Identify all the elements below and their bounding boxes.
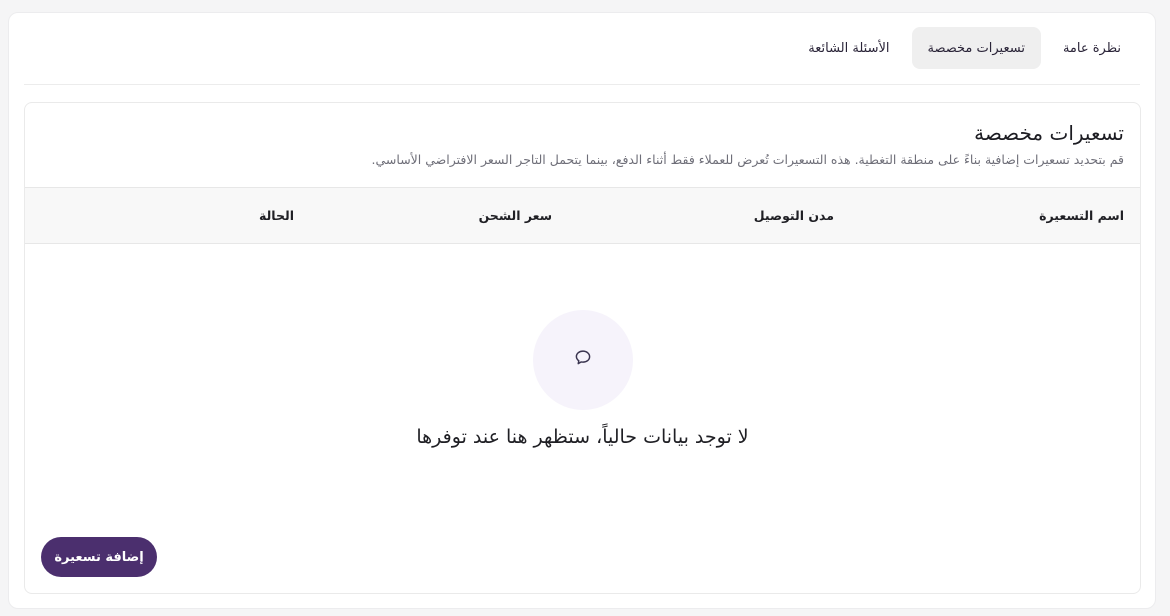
section-description: قم بتحديد تسعيرات إضافية بناءً على منطقة… <box>371 152 1124 167</box>
card-header: تسعيرات مخصصة قم بتحديد تسعيرات إضافية ب… <box>41 121 1124 167</box>
tab-custom-pricing[interactable]: تسعيرات مخصصة <box>911 27 1041 69</box>
column-header-status[interactable]: الحالة <box>259 188 294 243</box>
tabs-divider <box>24 84 1140 85</box>
section-title: تسعيرات مخصصة <box>974 121 1124 145</box>
chat-bubble-icon <box>572 347 594 373</box>
tab-faq[interactable]: الأسئلة الشائعة <box>792 27 905 69</box>
empty-state-icon-container <box>533 310 633 410</box>
column-header-shipping-price[interactable]: سعر الشحن <box>479 188 552 243</box>
empty-state-message: لا توجد بيانات حالياً، ستظهر هنا عند توف… <box>416 426 749 448</box>
column-header-pricing-name[interactable]: اسم التسعيرة <box>1039 188 1124 243</box>
tab-label: الأسئلة الشائعة <box>808 40 890 56</box>
tab-label: تسعيرات مخصصة <box>927 40 1025 56</box>
tab-bar: نظرة عامة تسعيرات مخصصة الأسئلة الشائعة <box>792 27 1137 69</box>
custom-pricing-card: تسعيرات مخصصة قم بتحديد تسعيرات إضافية ب… <box>24 102 1141 594</box>
column-header-delivery-cities[interactable]: مدن التوصيل <box>754 188 834 243</box>
add-pricing-button[interactable]: إضافة تسعيرة <box>41 537 157 577</box>
table-header: اسم التسعيرة مدن التوصيل سعر الشحن الحال… <box>25 187 1140 244</box>
tab-label: نظرة عامة <box>1062 40 1121 56</box>
main-panel: نظرة عامة تسعيرات مخصصة الأسئلة الشائعة … <box>8 12 1156 609</box>
tab-overview[interactable]: نظرة عامة <box>1047 27 1137 69</box>
